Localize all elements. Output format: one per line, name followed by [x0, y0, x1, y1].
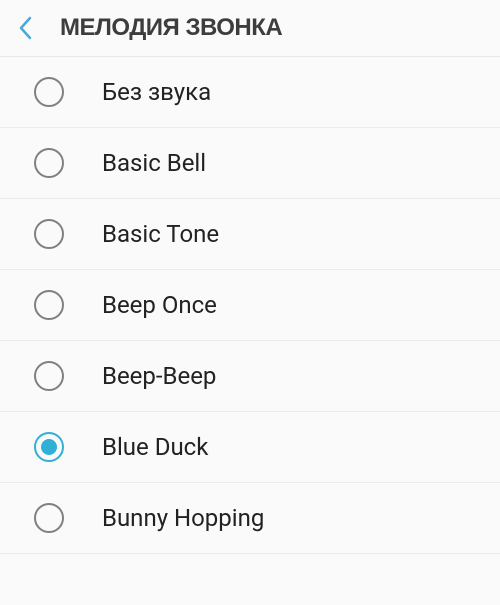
radio-button[interactable]	[34, 432, 64, 462]
radio-button[interactable]	[34, 77, 64, 107]
ringtone-label: Basic Tone	[102, 220, 219, 248]
list-item[interactable]: Bunny Hopping	[0, 483, 500, 554]
radio-button[interactable]	[34, 290, 64, 320]
ringtone-label: Bunny Hopping	[102, 504, 264, 532]
page-title: МЕЛОДИЯ ЗВОНКА	[60, 14, 282, 42]
ringtone-label: Beep-Beep	[102, 362, 216, 390]
radio-selected-dot	[41, 439, 57, 455]
ringtone-list: Без звука Basic Bell Basic Tone Beep Once Be…	[0, 57, 500, 554]
radio-button[interactable]	[34, 361, 64, 391]
list-item[interactable]: Basic Bell	[0, 128, 500, 199]
ringtone-label: Без звука	[102, 78, 211, 106]
radio-button[interactable]	[34, 219, 64, 249]
radio-button[interactable]	[34, 503, 64, 533]
list-item[interactable]: Beep Once	[0, 270, 500, 341]
list-item[interactable]: Beep-Beep	[0, 341, 500, 412]
header: МЕЛОДИЯ ЗВОНКА	[0, 0, 500, 57]
back-icon[interactable]	[12, 15, 38, 41]
list-item[interactable]: Blue Duck	[0, 412, 500, 483]
list-item[interactable]: Без звука	[0, 57, 500, 128]
ringtone-label: Blue Duck	[102, 433, 208, 461]
list-item[interactable]: Basic Tone	[0, 199, 500, 270]
ringtone-label: Beep Once	[102, 291, 217, 319]
ringtone-label: Basic Bell	[102, 149, 206, 177]
radio-button[interactable]	[34, 148, 64, 178]
